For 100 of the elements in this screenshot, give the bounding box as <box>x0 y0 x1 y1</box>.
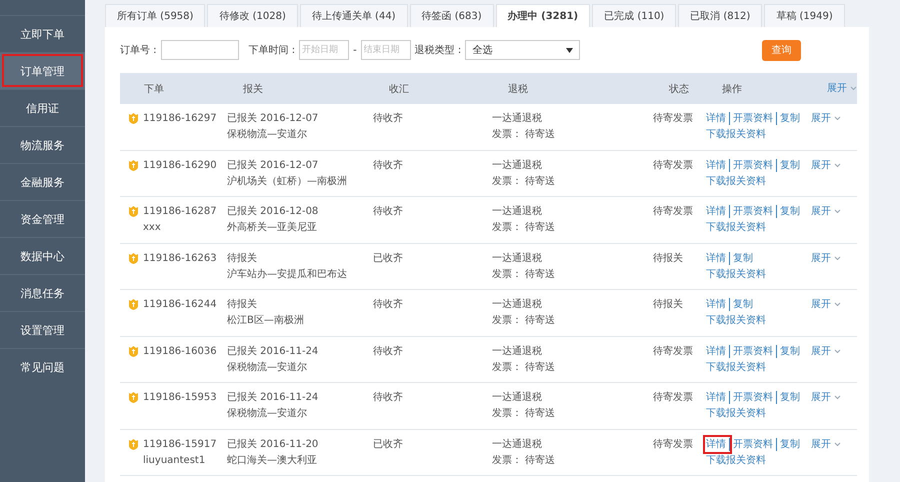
invoice-status: 发票： 待寄送 <box>492 360 556 374</box>
action-link[interactable]: 复制 <box>776 205 803 218</box>
sidebar-item[interactable]: 消息任务 <box>0 274 85 311</box>
customs-route: 蛇口海关—澳大利亚 <box>227 454 318 466</box>
action-link[interactable]: 开票资料 <box>729 158 776 172</box>
sidebar-item[interactable]: 物流服务 <box>0 126 85 163</box>
column-header: 操作 <box>722 82 743 96</box>
download-link[interactable]: 下载报关资料 <box>706 128 811 141</box>
invoice-status: 发票： 待寄送 <box>492 128 556 141</box>
tab[interactable]: 待修改 (1028) <box>207 4 298 27</box>
expand-link[interactable]: 展开 <box>811 344 857 358</box>
action-link[interactable]: 复制 <box>729 298 756 311</box>
action-link[interactable]: 详情 <box>706 391 729 404</box>
action-link[interactable]: 复制 <box>729 252 756 264</box>
expand-link[interactable]: 展开 <box>811 298 857 311</box>
invoice-status: 发票： 待寄送 <box>492 314 556 327</box>
customs-status: 已报关 2016-11-24 <box>227 344 320 358</box>
shield-icon <box>128 298 139 310</box>
action-link[interactable]: 开票资料 <box>729 391 776 404</box>
order-number: 119186-16244 <box>143 298 217 311</box>
action-link[interactable]: 复制 <box>776 112 803 125</box>
action-link[interactable]: 详情 <box>706 298 729 311</box>
expand-link[interactable]: 展开 <box>811 158 857 172</box>
order-number-field[interactable] <box>160 40 239 60</box>
download-link[interactable]: 下载报关资料 <box>706 268 811 280</box>
action-link[interactable]: 开票资料 <box>729 344 776 358</box>
sidebar-item[interactable]: 资金管理 <box>0 200 85 237</box>
column-header: 下单 <box>144 82 165 96</box>
customs-status: 已报关 2016-12-07 <box>227 158 320 172</box>
customs-status: 待报关 <box>227 252 258 264</box>
end-date-field[interactable]: 结束日期 <box>360 40 411 60</box>
expand-all-link[interactable]: 展开 <box>827 82 857 95</box>
sidebar-item[interactable]: 信用证 <box>0 89 85 126</box>
download-link[interactable]: 下载报关资料 <box>706 221 811 234</box>
download-link[interactable]: 下载报关资料 <box>706 454 811 466</box>
start-date-field[interactable]: 开始日期 <box>299 40 350 60</box>
tab[interactable]: 待上传通关单 (44) <box>300 4 408 27</box>
action-link[interactable]: 复制 <box>776 391 803 404</box>
field-label: 退税类型 : <box>414 44 462 57</box>
tab[interactable]: 已取消 (812) <box>678 4 762 27</box>
action-link[interactable]: 复制 <box>776 438 803 450</box>
invoice-status: 发票： 待寄送 <box>492 407 556 420</box>
shield-icon <box>128 344 139 356</box>
download-link[interactable]: 下载报关资料 <box>706 360 811 374</box>
remittance-status: 待收齐 <box>373 298 404 312</box>
action-link[interactable]: 详情 <box>706 158 729 172</box>
action-link[interactable]: 复制 <box>776 344 803 358</box>
order-status: 待寄发票 <box>653 344 694 358</box>
customs-status: 已报关 2016-11-20 <box>227 438 320 450</box>
order-number: 119186-15917 <box>143 438 217 450</box>
refund-type: 一达通退税 <box>492 158 543 172</box>
customs-route: 松江B区—南极洲 <box>227 314 305 327</box>
action-link[interactable]: 详情 <box>706 205 729 218</box>
sidebar-item[interactable]: 设置管理 <box>0 311 85 348</box>
sidebar-item[interactable]: 数据中心 <box>0 237 85 274</box>
action-link[interactable]: 详情 <box>706 112 729 125</box>
order-status: 待寄发票 <box>653 391 694 405</box>
query-button[interactable]: 查询 <box>762 40 801 60</box>
remittance-status: 待收齐 <box>373 344 404 358</box>
tab[interactable]: 办理中 (3281) <box>496 4 590 27</box>
shield-icon <box>128 391 139 403</box>
action-link[interactable]: 复制 <box>776 158 803 172</box>
action-link[interactable]: 详情 <box>706 252 729 264</box>
expand-link[interactable]: 展开 <box>811 252 857 264</box>
shield-icon <box>128 158 139 170</box>
expand-link[interactable]: 展开 <box>811 391 857 404</box>
sidebar-item[interactable]: 常见问题 <box>0 348 85 385</box>
download-link[interactable]: 下载报关资料 <box>706 314 811 327</box>
tab[interactable]: 草稿 (1949) <box>764 4 845 27</box>
customs-route: 沪机场关（虹桥）—南极洲 <box>227 174 348 188</box>
action-link[interactable]: 开票资料 <box>729 438 776 450</box>
shield-icon <box>128 205 139 217</box>
shield-icon <box>128 438 139 450</box>
expand-link[interactable]: 展开 <box>811 205 857 218</box>
chevron-down-icon <box>834 116 841 121</box>
action-link[interactable]: 开票资料 <box>729 112 776 125</box>
order-number: 119186-16287 <box>143 205 217 218</box>
action-link[interactable]: 详情 <box>706 344 729 358</box>
expand-link[interactable]: 展开 <box>811 112 857 125</box>
chevron-down-icon <box>834 256 841 260</box>
chevron-down-icon <box>834 395 841 400</box>
download-link[interactable]: 下载报关资料 <box>706 174 811 188</box>
sidebar-item[interactable]: 订单管理 <box>0 52 85 89</box>
sidebar-item[interactable]: 金融服务 <box>0 163 85 200</box>
tab[interactable]: 所有订单 (5958) <box>105 4 206 27</box>
download-link[interactable]: 下载报关资料 <box>706 407 811 420</box>
refund-type: 一达通退税 <box>492 205 543 218</box>
remittance-status: 待收齐 <box>373 391 404 405</box>
refund-type-select[interactable]: 全选 <box>465 40 580 60</box>
tab[interactable]: 已完成 (110) <box>592 4 676 27</box>
customs-status: 已报关 2016-11-24 <box>227 391 320 404</box>
action-link[interactable]: 详情 <box>706 438 729 450</box>
refund-type: 一达通退税 <box>492 112 543 125</box>
tab[interactable]: 待签函 (683) <box>410 4 494 27</box>
order-note: liuyuantest1 <box>143 454 206 466</box>
remittance-status: 已收齐 <box>373 252 404 266</box>
action-link[interactable]: 开票资料 <box>729 205 776 218</box>
expand-link[interactable]: 展开 <box>811 438 857 450</box>
order-number: 119186-16297 <box>143 112 217 125</box>
shield-icon <box>128 252 139 264</box>
